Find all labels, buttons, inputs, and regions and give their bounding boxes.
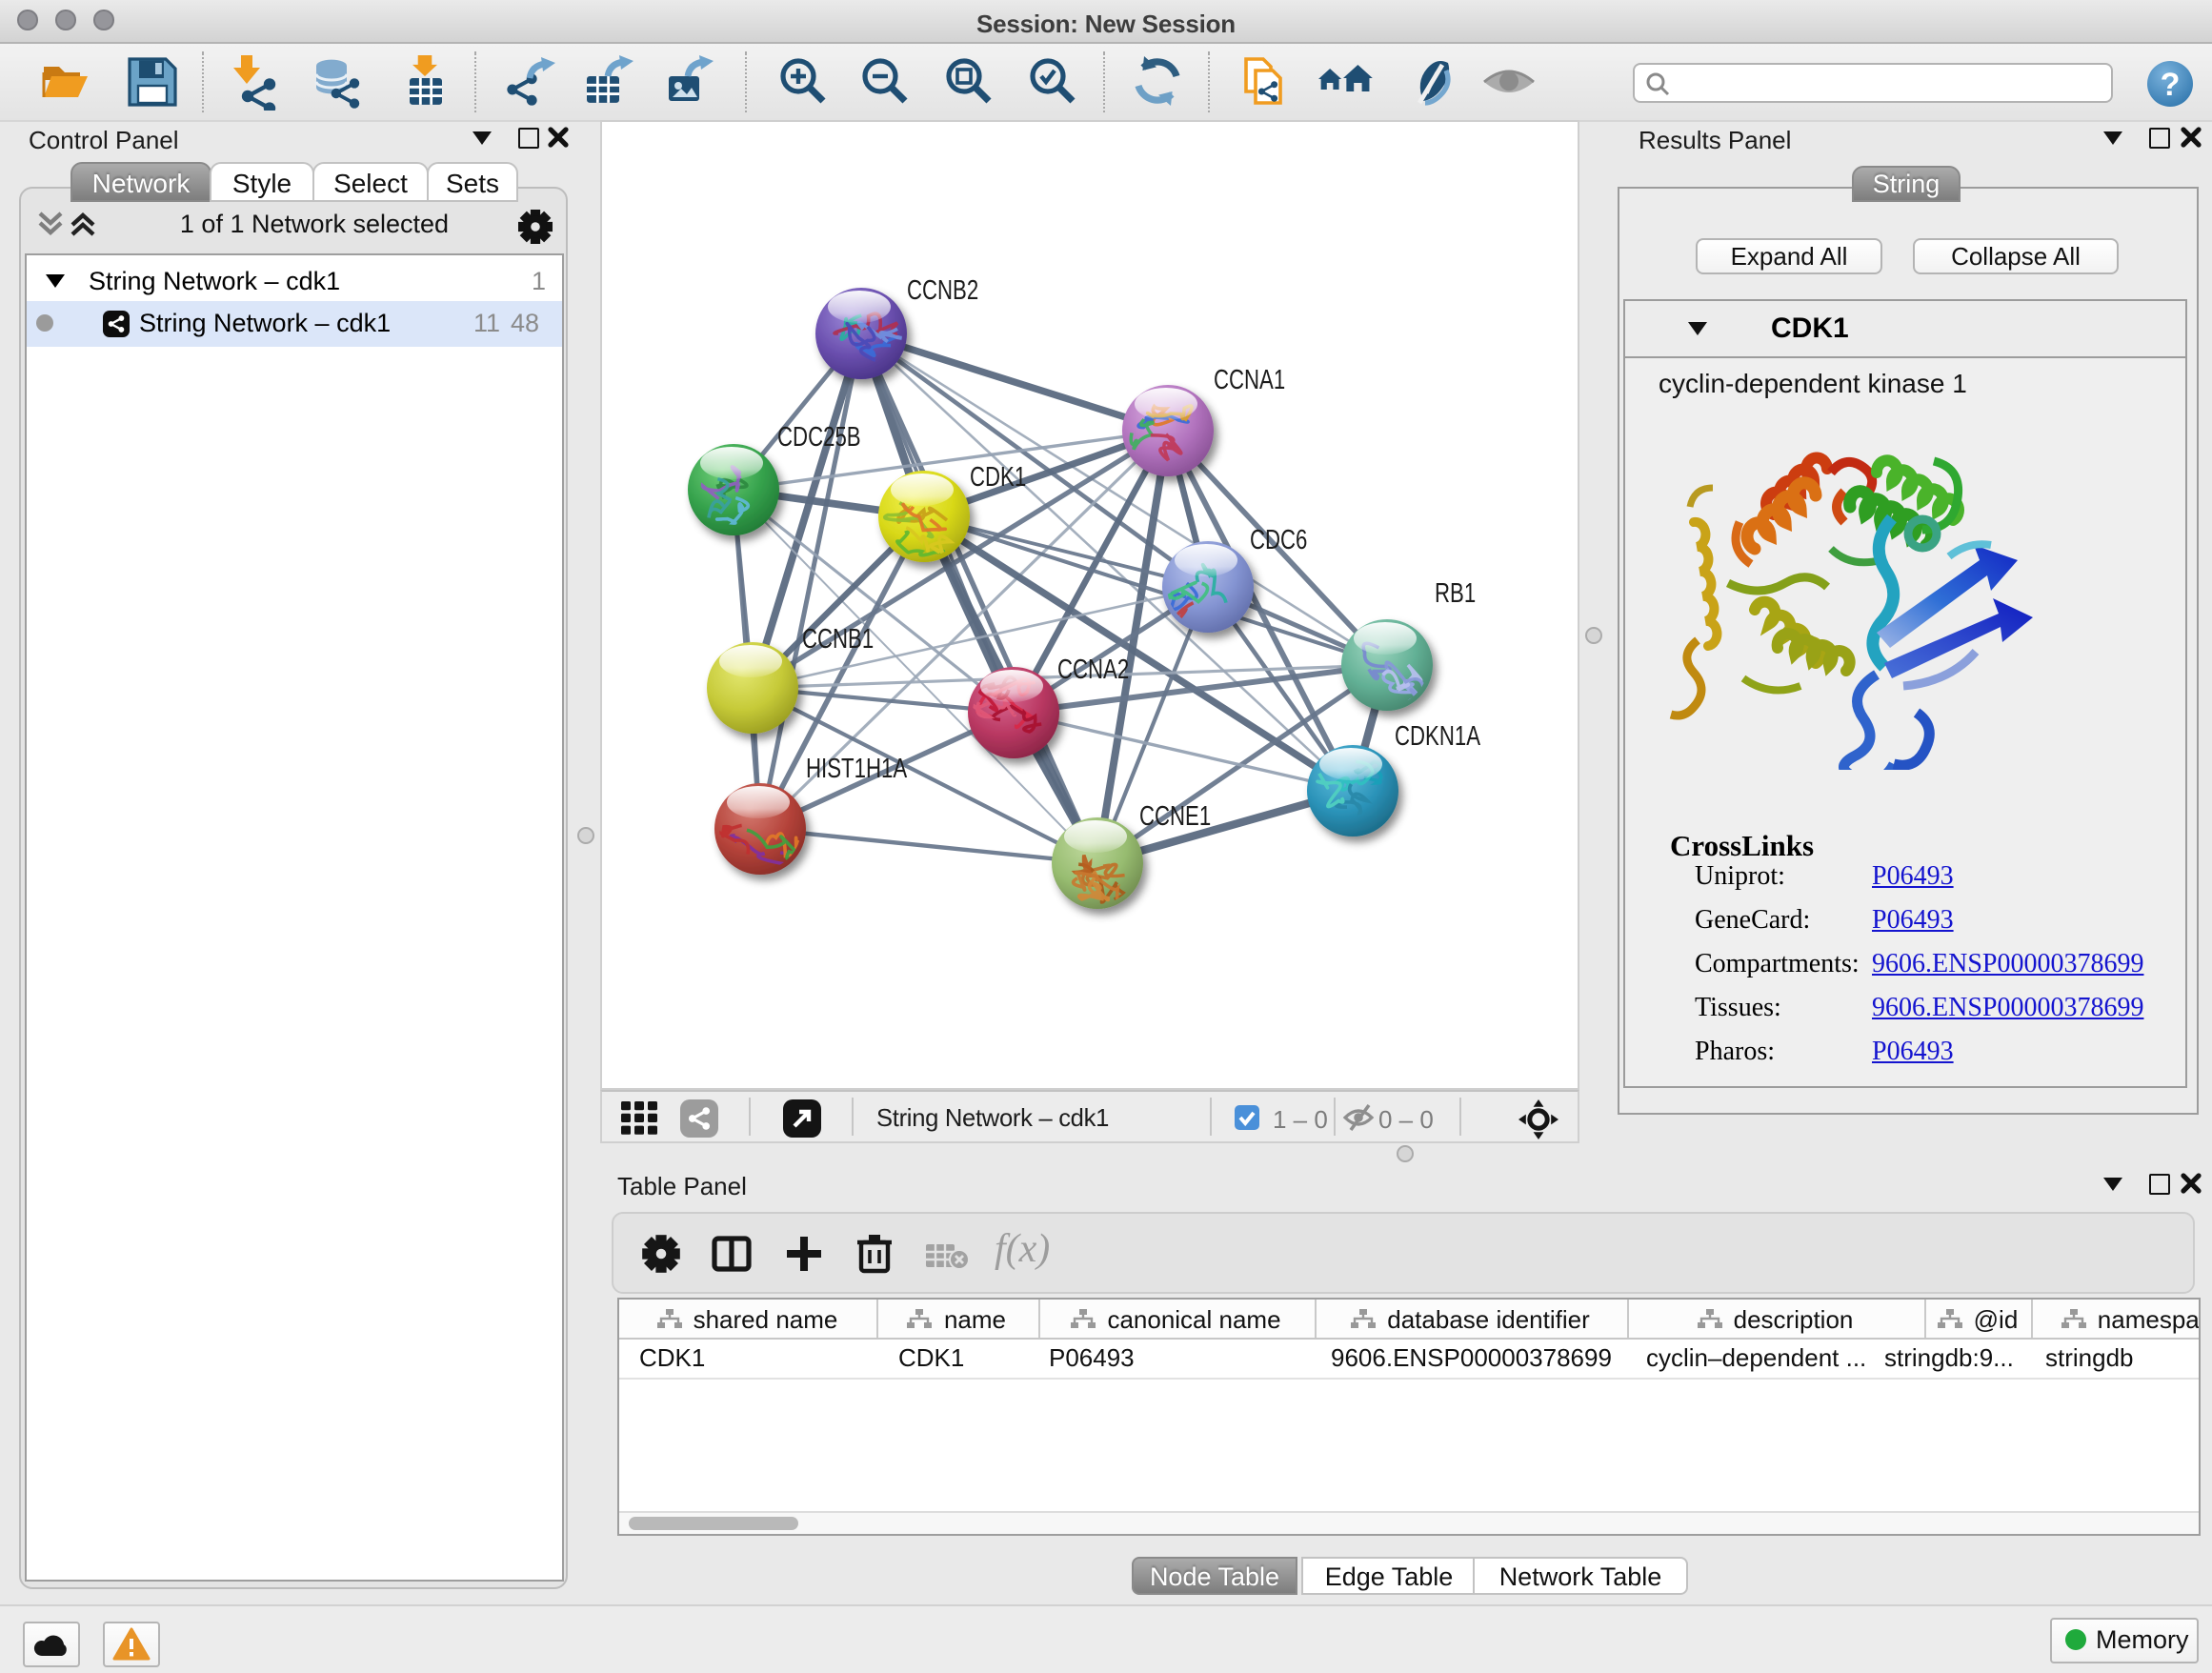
svg-text:CCNA2: CCNA2: [1057, 655, 1129, 685]
svg-text:CCNB1: CCNB1: [802, 624, 874, 655]
svg-text:CCNE1: CCNE1: [1139, 801, 1211, 832]
svg-text:CDK1: CDK1: [970, 462, 1026, 493]
svg-text:CDKN1A: CDKN1A: [1395, 721, 1480, 752]
svg-text:CCNA1: CCNA1: [1214, 365, 1285, 395]
svg-text:RB1: RB1: [1435, 578, 1476, 609]
svg-text:?: ?: [2161, 67, 2181, 103]
svg-text:HIST1H1A: HIST1H1A: [806, 754, 908, 784]
svg-text:CDC25B: CDC25B: [777, 422, 861, 453]
svg-text:CCNB2: CCNB2: [907, 275, 978, 306]
svg-text:CDC6: CDC6: [1250, 525, 1307, 555]
